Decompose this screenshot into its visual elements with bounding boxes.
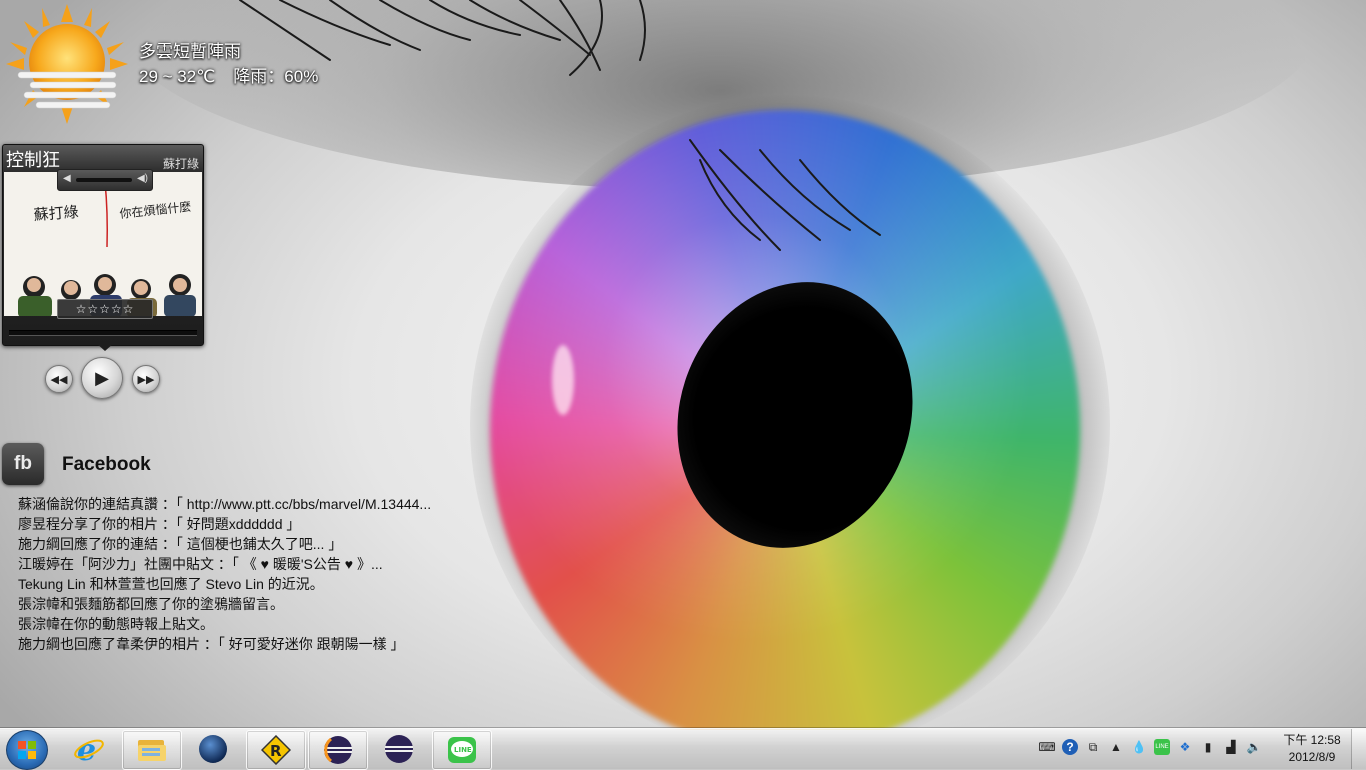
volume-high-icon[interactable]: ◀) (137, 173, 148, 184)
help-icon[interactable]: ? (1062, 739, 1078, 755)
eclipse-icon (324, 736, 352, 764)
clock-date: 2012/8/9 (1288, 750, 1336, 764)
feed-item[interactable]: 廖昱程分享了你的相片 ：「 好問題xdddddd 」 (18, 514, 431, 534)
network-icon[interactable]: ▟ (1223, 739, 1239, 755)
weather-rain-chance: 降雨：60% (233, 67, 319, 86)
yellow-app-icon: R (261, 735, 291, 765)
svg-text:LINE: LINE (454, 746, 472, 754)
show-desktop-button[interactable] (1351, 729, 1366, 769)
play-button[interactable]: ▶ (81, 357, 123, 399)
feed-item[interactable]: 施力綱回應了你的連結 ：「 這個梗也鋪太久了吧... 」 (18, 534, 431, 554)
sun-behind-clouds-icon (6, 4, 128, 124)
weather-temperature-line: 29 ~ 32℃ 降雨：60% (139, 62, 318, 87)
taskbar-windows-explorer[interactable] (122, 730, 182, 770)
facebook-feed: 蘇涵倫說你的連結真讚 ：「 http://www.ptt.cc/bbs/marv… (18, 494, 431, 654)
dropbox-icon[interactable]: ❖ (1177, 739, 1193, 755)
taskbar: e R LINE ⌨ ? ⧉ ▲ 💧 LINE ❖ ▮ ▟ 🔈 下午 12:58… (0, 728, 1366, 770)
song-progress-bar[interactable] (9, 330, 197, 336)
play-icon: ▶ (95, 367, 109, 388)
previous-track-button[interactable]: ◀◀ (45, 365, 73, 393)
volume-icon[interactable]: 🔈 (1246, 739, 1262, 755)
next-icon: ▶▶ (137, 373, 155, 386)
feed-item[interactable]: 蘇涵倫說你的連結真讚 ：「 http://www.ptt.cc/bbs/marv… (18, 494, 431, 514)
power-icon[interactable]: ▮ (1200, 739, 1216, 755)
feed-item[interactable]: 江暖婷在「阿沙力」社團中貼文 ：「 《 ♥ 暖暖'S公告 ♥ 》... (18, 554, 431, 574)
taskbar-eclipse-1[interactable] (308, 730, 368, 770)
facebook-title[interactable]: Facebook (62, 454, 151, 476)
cover-text-right: 你在煩惱什麼 (119, 199, 192, 221)
media-player-gadget: 控制狂 蘇打綠 蘇打綠 你在煩惱什麼 ◀ ◀) ☆☆☆☆☆ (2, 144, 204, 351)
line-icon: LINE (448, 737, 476, 763)
weather-condition: 多雲短暫陣雨 (139, 42, 241, 61)
taskbar-internet-explorer[interactable]: e (60, 730, 118, 768)
folder-icon (138, 740, 166, 761)
droplet-icon[interactable]: 💧 (1131, 739, 1147, 755)
taskbar-eclipse-2[interactable] (370, 730, 428, 768)
start-button[interactable] (6, 730, 48, 770)
system-tray: ⌨ ? ⧉ ▲ 💧 LINE ❖ ▮ ▟ 🔈 (1038, 739, 1262, 755)
clock-time: 下午 12:58 (1283, 733, 1341, 747)
album-art: 蘇打綠 你在煩惱什麼 (18, 181, 196, 316)
weather-gadget[interactable]: 多雲短暫陣雨 29 ~ 32℃ 降雨：60% (6, 4, 336, 124)
svg-text:R: R (270, 742, 282, 760)
globe-icon (199, 735, 227, 763)
taskbar-line[interactable]: LINE (432, 730, 492, 770)
windows-logo-icon (18, 741, 36, 759)
player-notch (96, 343, 114, 351)
feed-item[interactable]: 張淙幃和張麵筋都回應了你的塗鴉牆留言。 (18, 594, 431, 614)
song-artist: 蘇打綠 (162, 157, 199, 171)
ie-icon: e (74, 733, 104, 765)
feed-item[interactable]: 施力綱也回應了韋柔伊的相片 ：「 好可愛好迷你 跟朝陽一樣 」 (18, 634, 431, 654)
show-hidden-icons-icon[interactable]: ▲ (1108, 739, 1124, 755)
line-tray-icon[interactable]: LINE (1154, 739, 1170, 755)
previous-icon: ◀◀ (50, 373, 68, 386)
volume-slider[interactable] (76, 178, 132, 182)
svg-text:e: e (77, 733, 96, 765)
volume-control[interactable]: ◀ ◀) (57, 169, 153, 191)
feed-item[interactable]: Tekung Lin 和林萱萱也回應了 Stevo Lin 的近況。 (18, 574, 431, 594)
song-rating[interactable]: ☆☆☆☆☆ (57, 299, 153, 319)
taskbar-clock[interactable]: 下午 12:58 2012/8/9 (1279, 732, 1345, 766)
volume-low-icon[interactable]: ◀ (63, 173, 71, 184)
eye-glint (552, 345, 574, 415)
keyboard-icon[interactable]: ⌨ (1038, 739, 1055, 755)
window-switch-icon[interactable]: ⧉ (1085, 739, 1101, 755)
feed-item[interactable]: 張淙幃在你的動態時報上貼文。 (18, 614, 431, 634)
taskbar-yellow-app[interactable]: R (246, 730, 306, 770)
weather-temperature: 29 ~ 32℃ (139, 67, 216, 86)
next-track-button[interactable]: ▶▶ (132, 365, 160, 393)
song-title: 控制狂 (6, 150, 60, 170)
cover-text-left: 蘇打綠 (33, 203, 79, 224)
eclipse-icon (385, 735, 413, 763)
album-cover: 蘇打綠 你在煩惱什麼 (4, 172, 202, 316)
facebook-logo-icon[interactable]: fb (2, 443, 44, 485)
taskbar-globe-app[interactable] (184, 730, 242, 768)
